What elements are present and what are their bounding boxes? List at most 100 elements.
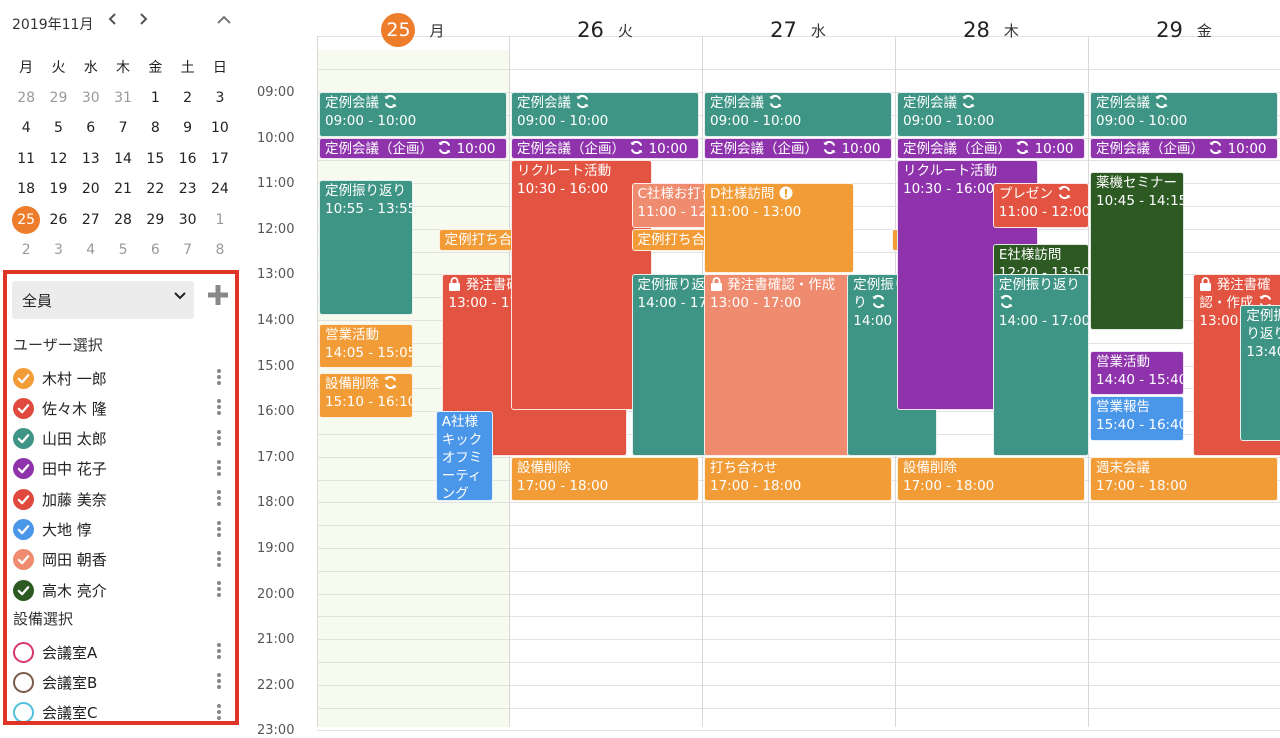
check-circle-icon[interactable] xyxy=(13,488,34,510)
date-cell[interactable]: 17 xyxy=(204,151,236,167)
date-cell[interactable]: 13 xyxy=(75,151,107,167)
date-cell[interactable]: 6 xyxy=(75,120,107,136)
calendar-event[interactable]: 定例振り返り 10:55 - 13:55 xyxy=(319,179,413,316)
date-cell[interactable]: 5 xyxy=(42,120,74,136)
calendar-event[interactable]: 定例会議 09:00 - 10:00 xyxy=(1090,92,1278,137)
empty-circle-icon[interactable] xyxy=(13,671,34,693)
user-item[interactable]: 木村 一郎 xyxy=(13,366,223,390)
check-circle-icon[interactable] xyxy=(13,549,34,571)
chevron-right-icon[interactable] xyxy=(138,12,148,30)
date-cell[interactable]: 29 xyxy=(42,90,74,106)
user-item[interactable]: 岡田 朝香 xyxy=(13,548,223,572)
facility-item[interactable]: 会議室C xyxy=(13,701,223,721)
more-vertical-icon[interactable] xyxy=(217,369,221,387)
calendar-event[interactable]: 営業活動 14:05 - 15:05 xyxy=(319,323,413,369)
facility-item[interactable]: 会議室B xyxy=(13,670,223,694)
calendar-event[interactable]: 週末会議 17:00 - 18:00 xyxy=(1090,456,1278,502)
date-cell[interactable]: 27 xyxy=(75,212,107,228)
user-item[interactable]: 加藤 美奈 xyxy=(13,487,223,511)
member-group-select[interactable]: 全員 xyxy=(12,281,194,319)
calendar-event[interactable]: 営業報告 15:40 - 16:40 xyxy=(1090,396,1184,441)
calendar-event[interactable]: 定例会議（企画） 10:00 xyxy=(704,137,892,160)
user-item[interactable]: 田中 花子 xyxy=(13,457,223,481)
user-item[interactable]: 高木 亮介 xyxy=(13,578,223,602)
date-cell[interactable]: 5 xyxy=(107,242,139,258)
date-cell[interactable]: 12 xyxy=(42,151,74,167)
more-vertical-icon[interactable] xyxy=(217,459,221,478)
calendar-event[interactable]: 定例会議 09:00 - 10:00 xyxy=(704,92,892,137)
calendar-event[interactable]: 設備削除 17:00 - 18:00 xyxy=(511,456,699,502)
today-date-cell[interactable]: 25 xyxy=(10,205,42,234)
calendar-event[interactable]: 定例会議（企画） 10:00 xyxy=(1090,137,1278,160)
date-cell[interactable]: 30 xyxy=(75,90,107,106)
more-vertical-icon[interactable] xyxy=(217,673,221,691)
more-vertical-icon[interactable] xyxy=(217,399,221,417)
date-cell[interactable]: 15 xyxy=(139,151,171,167)
calendar-event[interactable]: 薬機セミナー 10:45 - 14:15 xyxy=(1090,171,1184,331)
date-cell[interactable]: 29 xyxy=(139,212,171,228)
calendar-event[interactable]: A社様キックオフミーティング xyxy=(435,411,493,502)
date-cell[interactable]: 31 xyxy=(107,90,139,106)
calendar-event[interactable]: 定例会議 09:00 - 10:00 xyxy=(897,92,1085,137)
date-cell[interactable]: 2 xyxy=(10,242,42,258)
user-item[interactable]: 山田 太郎 xyxy=(13,427,223,451)
calendar-event[interactable]: 定例会議（企画） 10:00 xyxy=(897,137,1085,160)
more-vertical-icon[interactable] xyxy=(217,550,221,569)
date-cell[interactable]: 28 xyxy=(10,90,42,106)
date-cell[interactable]: 7 xyxy=(107,120,139,136)
date-cell[interactable]: 8 xyxy=(139,120,171,136)
calendar-event[interactable]: 定例振り返り13:40 - 16:40 xyxy=(1240,304,1280,441)
date-cell[interactable]: 24 xyxy=(204,181,236,197)
calendar-event[interactable]: 営業活動 14:40 - 15:40 xyxy=(1090,350,1184,396)
date-cell[interactable]: 16 xyxy=(171,151,203,167)
check-circle-icon[interactable] xyxy=(13,519,34,540)
date-cell[interactable]: 4 xyxy=(75,242,107,258)
more-vertical-icon[interactable] xyxy=(217,581,221,599)
date-cell[interactable]: 10 xyxy=(204,120,236,136)
calendar-event[interactable]: 定例会議（企画） 10:00 xyxy=(511,137,699,160)
calendar-event[interactable]: プレゼン 11:00 - 12:00 xyxy=(992,183,1089,228)
date-cell[interactable]: 8 xyxy=(204,242,236,258)
date-cell[interactable]: 3 xyxy=(42,242,74,258)
date-cell[interactable]: 7 xyxy=(171,242,203,258)
more-vertical-icon[interactable] xyxy=(217,490,221,508)
calendar-event[interactable]: 定例会議（企画） 10:00 xyxy=(319,137,507,160)
date-cell[interactable]: 3 xyxy=(204,90,236,106)
user-item[interactable]: 佐々木 隆 xyxy=(13,396,223,420)
check-circle-icon[interactable] xyxy=(13,397,34,419)
calendar-event[interactable]: D社様訪問 11:00 - 13:00 xyxy=(704,183,855,274)
user-item[interactable]: 大地 惇 xyxy=(13,518,223,542)
day-header[interactable]: 28 木 xyxy=(895,12,1087,48)
day-header[interactable]: 29 金 xyxy=(1088,12,1280,48)
date-cell[interactable]: 26 xyxy=(42,212,74,228)
calendar-event[interactable]: 発注書確認・作成 13:00 - 17:00 xyxy=(704,274,855,456)
calendar-event[interactable]: 設備削除 15:10 - 16:10 xyxy=(319,373,413,418)
date-cell[interactable]: 11 xyxy=(10,151,42,167)
more-vertical-icon[interactable] xyxy=(217,520,221,539)
date-cell[interactable]: 28 xyxy=(107,212,139,228)
date-cell[interactable]: 21 xyxy=(107,181,139,197)
date-cell[interactable]: 1 xyxy=(139,90,171,106)
calendar-event[interactable]: 設備削除 17:00 - 18:00 xyxy=(897,456,1085,502)
date-cell[interactable]: 14 xyxy=(107,151,139,167)
facility-item[interactable]: 会議室A xyxy=(13,640,223,664)
calendar-event[interactable]: 定例会議 09:00 - 10:00 xyxy=(511,92,699,137)
day-header[interactable]: 26 火 xyxy=(509,12,701,48)
check-circle-icon[interactable] xyxy=(13,367,34,389)
plus-icon[interactable] xyxy=(207,284,229,311)
day-header[interactable]: 27 水 xyxy=(702,12,894,48)
date-cell[interactable]: 9 xyxy=(171,120,203,136)
date-cell[interactable]: 2 xyxy=(171,90,203,106)
date-cell[interactable]: 19 xyxy=(42,181,74,197)
check-circle-icon[interactable] xyxy=(13,458,34,480)
date-cell[interactable]: 22 xyxy=(139,181,171,197)
date-cell[interactable]: 23 xyxy=(171,181,203,197)
more-vertical-icon[interactable] xyxy=(217,703,221,721)
date-cell[interactable]: 18 xyxy=(10,181,42,197)
date-cell[interactable]: 4 xyxy=(10,120,42,136)
calendar-event[interactable]: 定例振り返り 14:00 - 17:00 xyxy=(992,274,1089,456)
more-vertical-icon[interactable] xyxy=(217,429,221,448)
date-cell[interactable]: 1 xyxy=(204,212,236,228)
calendar-event[interactable]: 定例会議 09:00 - 10:00 xyxy=(319,92,507,137)
check-circle-icon[interactable] xyxy=(13,579,34,601)
